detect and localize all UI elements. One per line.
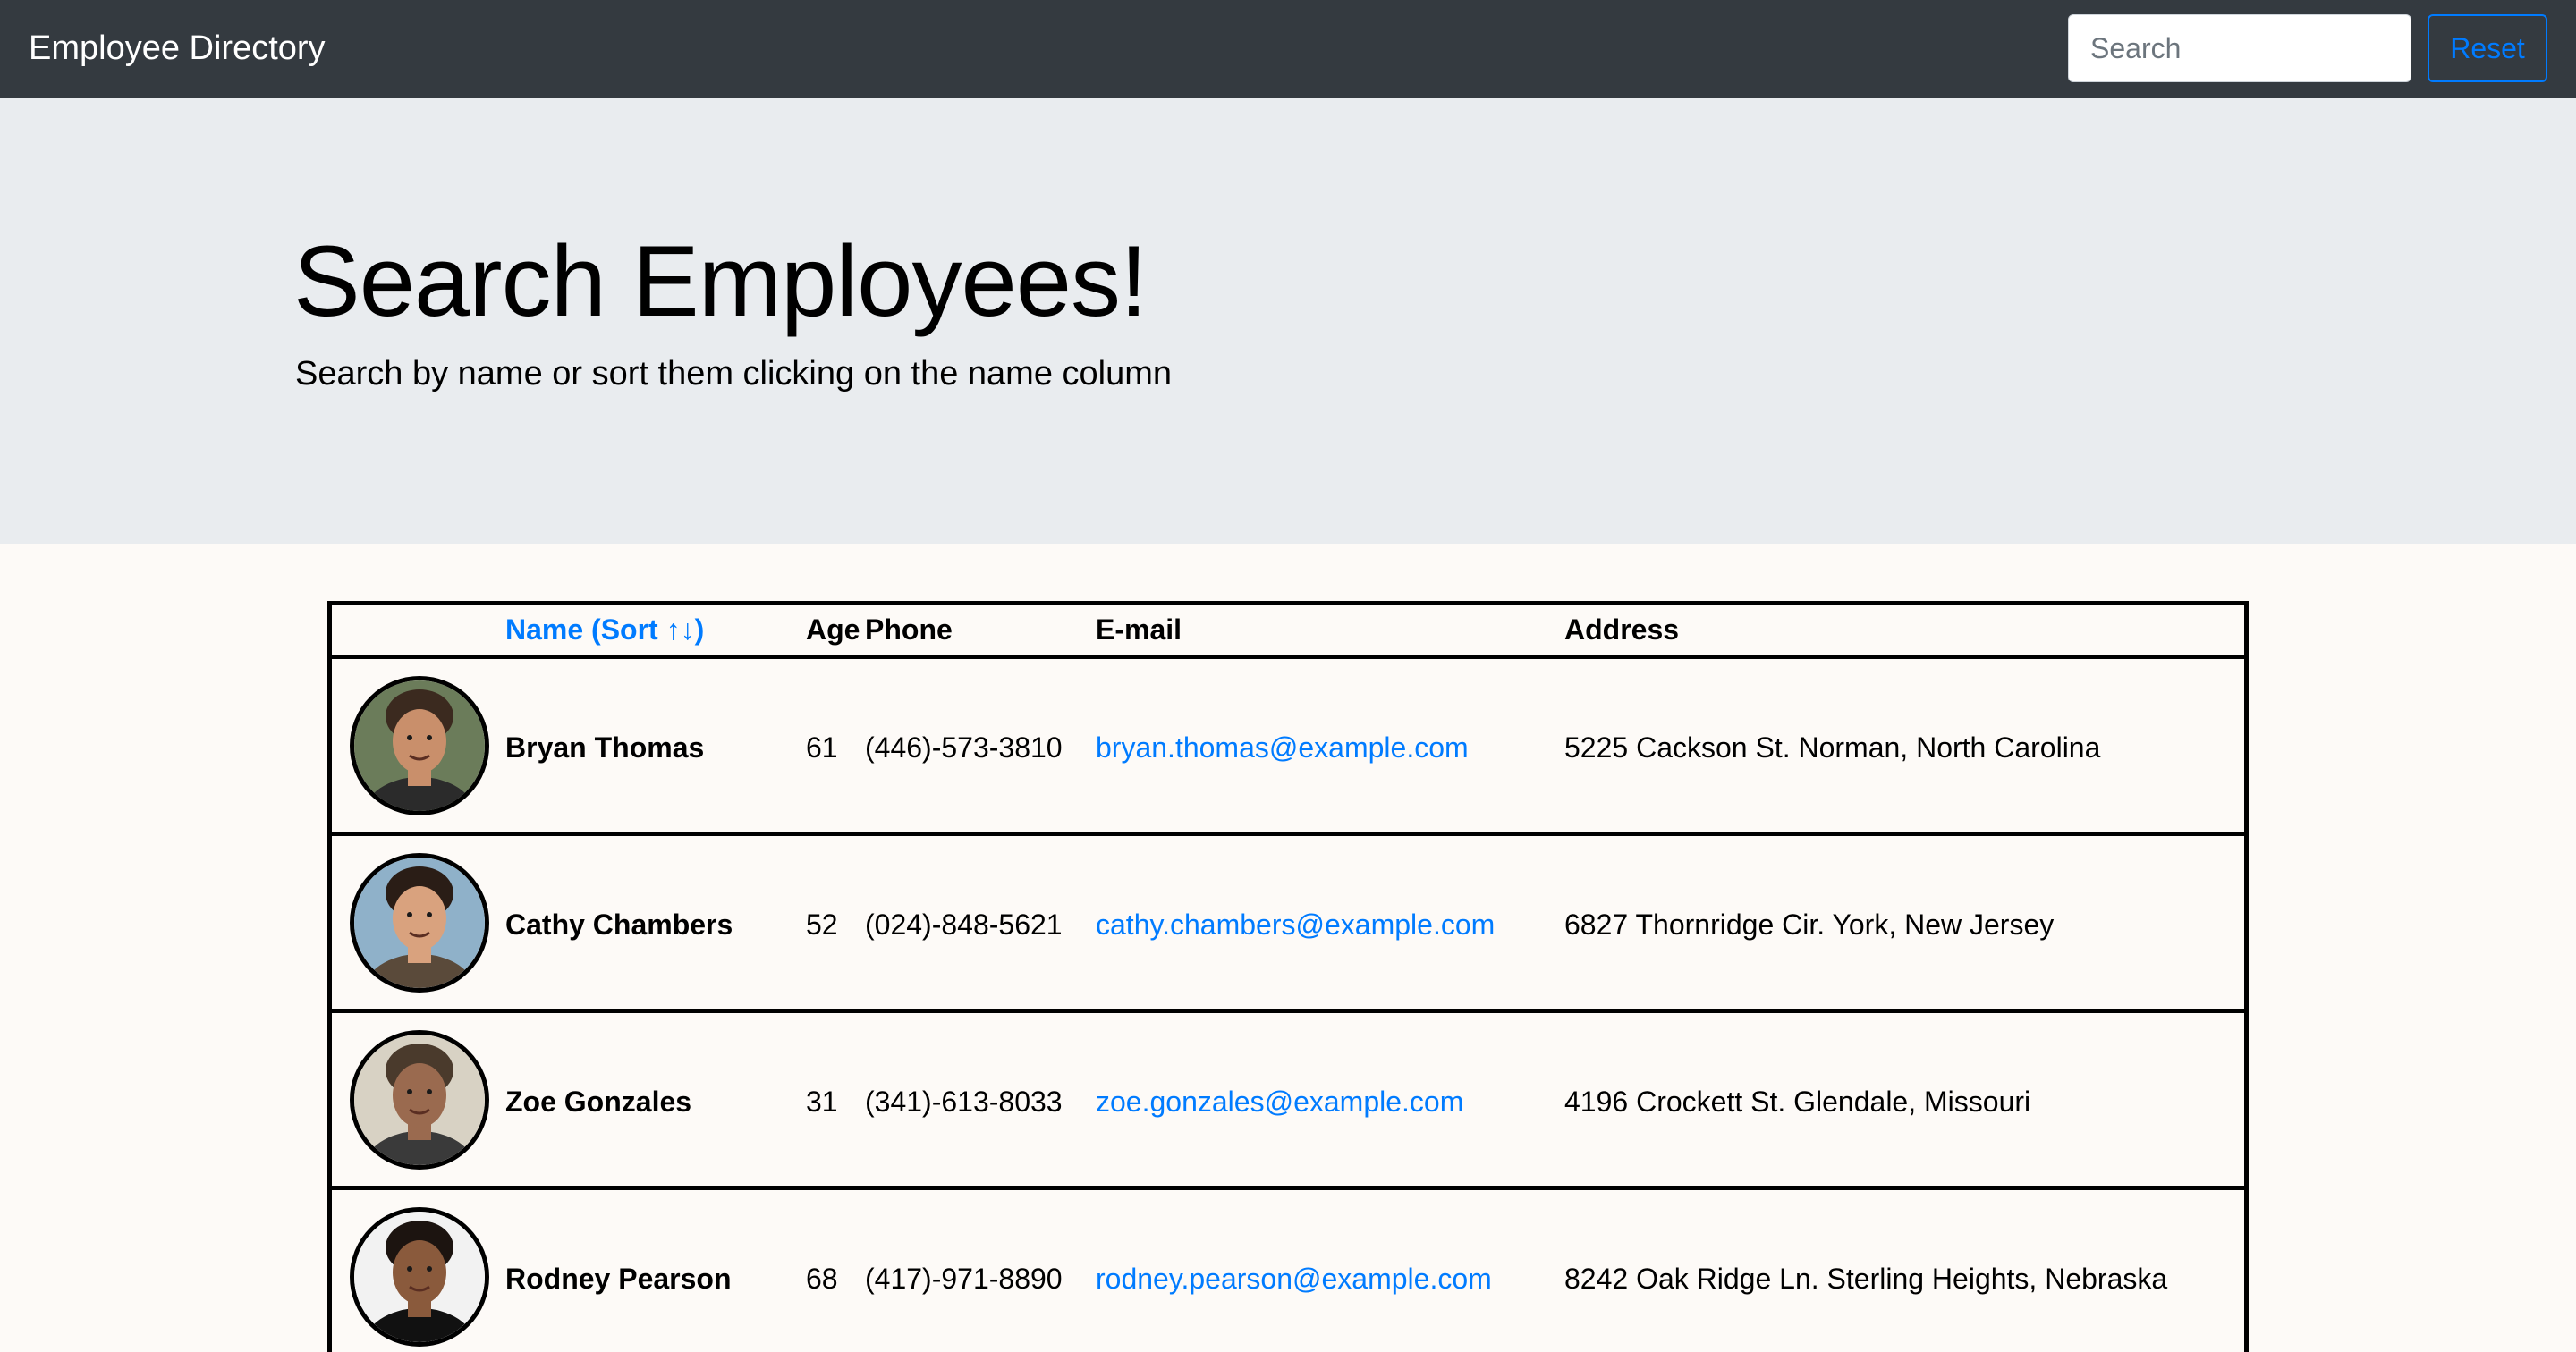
employee-email[interactable]: cathy.chambers@example.com (1096, 836, 1495, 1013)
employee-name: Bryan Thomas (505, 731, 705, 764)
reset-button[interactable]: Reset (2428, 14, 2547, 82)
navbar: Employee Directory Reset (0, 0, 2576, 98)
employee-age: 52 (806, 908, 838, 941)
employee-name: Zoe Gonzales (505, 1086, 692, 1118)
employee-name: Cathy Chambers (505, 908, 733, 941)
employee-email[interactable]: zoe.gonzales@example.com (1096, 1013, 1463, 1190)
employee-age: 31 (806, 1086, 838, 1118)
employee-address: 6827 Thornridge Cir. York, New Jersey (1564, 908, 2055, 941)
sort-by-name-header[interactable]: Name (Sort ↑↓) (505, 605, 704, 655)
employee-phone: (446)-573-3810 (865, 731, 1063, 764)
table-row: Rodney Pearson 68 (417)-971-8890 rodney.pea… (332, 1190, 2244, 1352)
avatar (350, 853, 489, 993)
address-header: Address (1564, 613, 1680, 646)
jumbotron: Search Employees! Search by name or sort… (0, 98, 2576, 544)
page-subtitle: Search by name or sort them clicking on … (295, 355, 1173, 393)
table-row: Zoe Gonzales 31 (341)-613-8033 zoe.gonzales… (332, 1013, 2244, 1190)
table-header: Name (Sort ↑↓) Age Phone E-mail Address (332, 605, 2244, 659)
search-input[interactable] (2068, 14, 2411, 82)
avatar (350, 1207, 489, 1347)
avatar (350, 1030, 489, 1170)
employee-address: 4196 Crockett St. Glendale, Missouri (1564, 1086, 2031, 1118)
email-header: E-mail (1096, 613, 1182, 646)
employee-address: 5225 Cackson St. Norman, North Carolina (1564, 731, 2101, 764)
employee-table: Name (Sort ↑↓) Age Phone E-mail Address … (327, 601, 2249, 1352)
employee-address: 8242 Oak Ridge Ln. Sterling Heights, Neb… (1564, 1263, 2168, 1295)
page-title: Search Employees! (293, 225, 1148, 337)
employee-phone: (417)-971-8890 (865, 1263, 1063, 1295)
employee-name: Rodney Pearson (505, 1263, 732, 1295)
table-row: Cathy Chambers 52 (024)-848-5621 cathy.cham… (332, 836, 2244, 1013)
phone-header: Phone (865, 613, 953, 646)
employee-phone: (341)-613-8033 (865, 1086, 1063, 1118)
employee-age: 61 (806, 731, 838, 764)
employee-email[interactable]: bryan.thomas@example.com (1096, 659, 1469, 836)
employee-age: 68 (806, 1263, 838, 1295)
brand-title[interactable]: Employee Directory (29, 25, 326, 72)
table-row: Bryan Thomas 61 (446)-573-3810 bryan.thomas… (332, 659, 2244, 836)
employee-phone: (024)-848-5621 (865, 908, 1063, 941)
employee-email[interactable]: rodney.pearson@example.com (1096, 1190, 1492, 1352)
age-header: Age (806, 613, 860, 646)
avatar (350, 676, 489, 815)
